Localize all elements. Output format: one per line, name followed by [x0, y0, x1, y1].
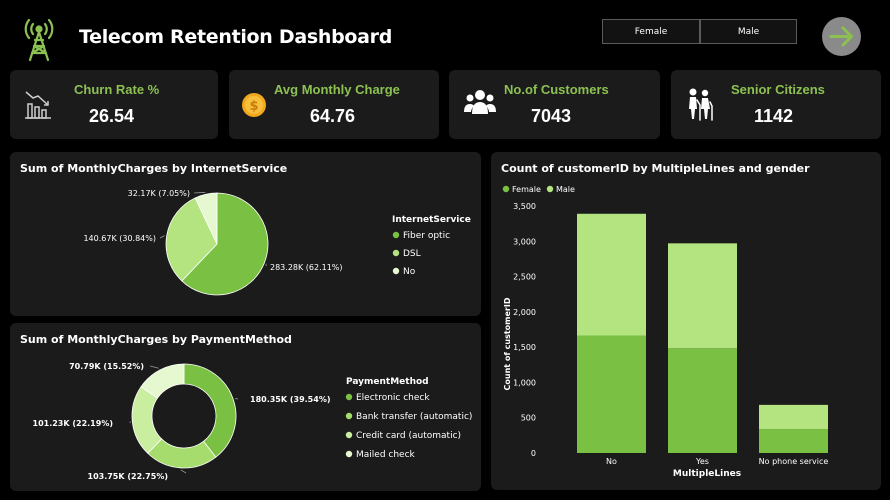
y-tick-label: 3,000 [513, 237, 536, 246]
multiple-lines-panel: Count of customerID by MultipleLines and… [491, 152, 881, 490]
kpi-value: 64.76 [310, 106, 356, 126]
y-tick-label: 2,000 [513, 308, 536, 317]
data-label: 32.17K (7.05%) [128, 189, 190, 198]
legend-marker [345, 412, 353, 420]
legend-item[interactable]: No [403, 267, 416, 277]
payment-method-slice[interactable] [183, 363, 237, 458]
y-tick-label: 3,500 [513, 202, 536, 211]
legend-item[interactable]: Mailed check [356, 450, 416, 460]
kpi-card-churn: Churn Rate % 26.54 [10, 70, 218, 139]
chart-down-icon [23, 88, 53, 124]
bar-male[interactable] [759, 404, 828, 430]
x-tick-label: No [606, 457, 617, 466]
x-tick-label: No phone service [759, 457, 829, 466]
legend-marker [546, 185, 554, 193]
legend-item[interactable]: Male [556, 185, 575, 194]
legend-marker [345, 393, 353, 401]
data-label: 101.23K (22.19%) [33, 419, 114, 428]
legend-marker [345, 431, 353, 439]
x-tick-label: Yes [695, 457, 709, 466]
coin-icon: $ [241, 92, 267, 122]
legend-title: PaymentMethod [346, 377, 429, 387]
data-label: 140.67K (30.84%) [83, 234, 156, 243]
leader-line [180, 469, 187, 474]
data-label: 180.35K (39.54%) [250, 395, 331, 404]
bar-male[interactable] [668, 243, 737, 349]
kpi-label: Churn Rate % [74, 82, 160, 97]
data-label: 70.79K (15.52%) [69, 362, 144, 371]
payment-method-donut-chart: 180.35K (39.54%) 103.75K (22.75%) 101.23K … [33, 362, 473, 481]
internet-service-pie-chart: 283.28K (62.11%) 140.67K (30.84%) 32.17K (… [83, 189, 471, 296]
bar-female[interactable] [577, 335, 646, 453]
data-label: 103.75K (22.75%) [88, 472, 169, 481]
kpi-card-seniors: Senior Citizens 1142 [671, 70, 881, 139]
bar-female[interactable] [759, 429, 828, 453]
people-icon [464, 88, 496, 120]
legend-item[interactable]: Electronic check [356, 393, 430, 403]
legend-marker [392, 267, 400, 275]
svg-text:$: $ [249, 99, 258, 114]
bar-female[interactable] [668, 348, 737, 453]
payment-method-panel: Sum of MonthlyCharges by PaymentMethod 1… [10, 323, 481, 491]
y-tick-label: 1,500 [513, 343, 536, 352]
x-axis-label: MultipleLines [673, 469, 741, 479]
page-title: Telecom Retention Dashboard [79, 26, 393, 48]
y-tick-label: 1,000 [513, 378, 536, 387]
data-label: 283.28K (62.11%) [270, 263, 343, 272]
arrow-right-icon[interactable] [822, 17, 861, 56]
y-tick-label: 0 [531, 449, 536, 458]
kpi-label: No.of Customers [504, 82, 609, 97]
tower-icon [20, 16, 58, 62]
legend-item[interactable]: Female [512, 185, 541, 194]
kpi-label: Senior Citizens [731, 82, 825, 97]
legend-item[interactable]: DSL [403, 249, 421, 259]
multiple-lines-bar-chart: Female Male 0 500 1,000 1,500 2,000 2,500 3,000… [502, 185, 829, 479]
leader-line [149, 365, 159, 369]
kpi-value: 7043 [531, 106, 572, 126]
leader-line [159, 235, 165, 239]
kpi-value: 1142 [754, 106, 794, 126]
kpi-card-avg-charge: $ Avg Monthly Charge 64.76 [229, 70, 439, 139]
kpi-value: 26.54 [89, 106, 135, 126]
legend-marker [502, 185, 510, 193]
bar-male[interactable] [577, 213, 646, 336]
leader-line [193, 191, 206, 194]
legend-title: InternetService [392, 215, 471, 225]
legend-marker [392, 231, 400, 239]
internet-service-panel: Sum of MonthlyCharges by InternetService… [10, 152, 481, 316]
legend-marker [392, 249, 400, 257]
legend-item[interactable]: Fiber optic [403, 231, 450, 241]
y-axis-label: Count of customerID [503, 297, 512, 390]
kpi-label: Avg Monthly Charge [274, 82, 400, 97]
legend-item[interactable]: Bank transfer (automatic) [356, 412, 472, 422]
kpi-card-customers: No.of Customers 7043 [449, 70, 660, 139]
y-tick-label: 2,500 [513, 273, 536, 282]
legend-marker [345, 450, 353, 458]
slicer-female-button[interactable]: Female [602, 19, 700, 44]
seniors-icon [684, 87, 714, 125]
legend-item[interactable]: Credit card (automatic) [356, 431, 461, 441]
slicer-male-button[interactable]: Male [700, 19, 797, 44]
y-tick-label: 500 [521, 414, 536, 423]
